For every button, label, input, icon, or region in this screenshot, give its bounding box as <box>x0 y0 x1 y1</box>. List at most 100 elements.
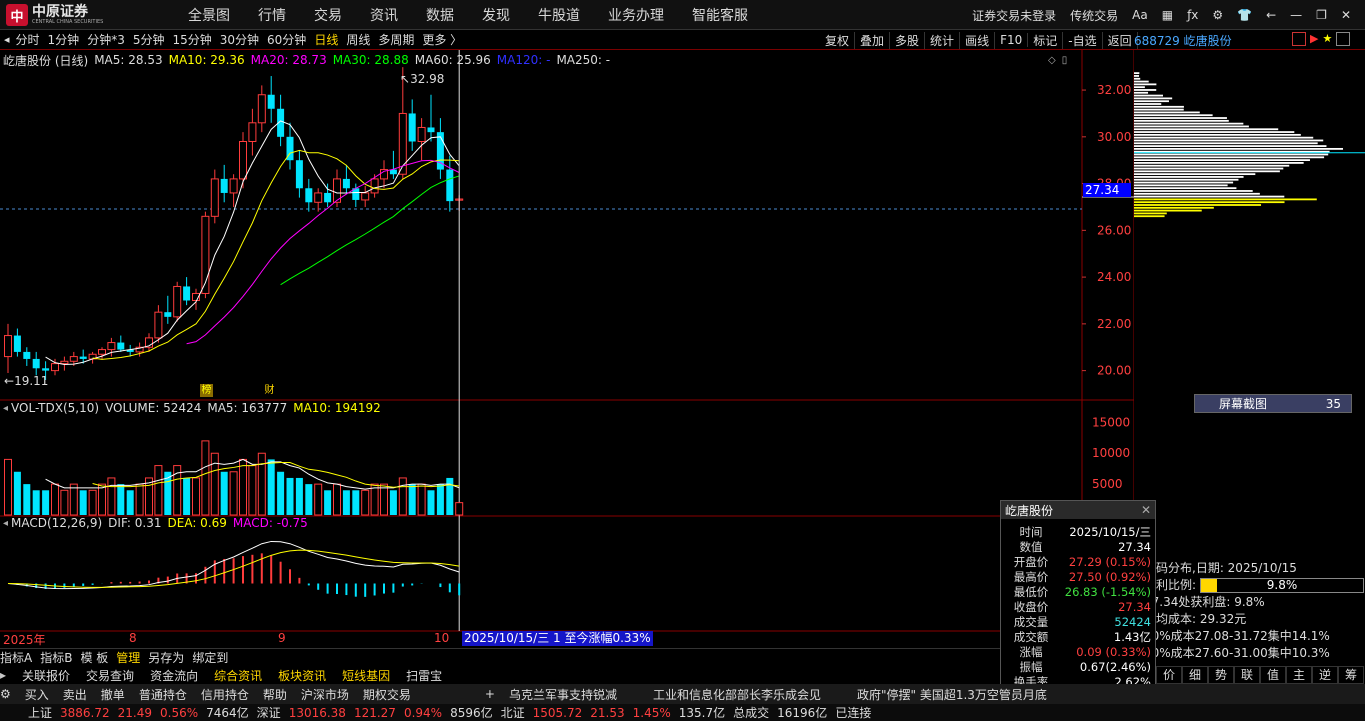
list-icon[interactable]: ▸ <box>0 668 6 682</box>
period-item-7[interactable]: 日线 <box>314 31 338 48</box>
info-tab-item-2[interactable]: 资金流向 <box>150 667 198 684</box>
grid-icon[interactable]: ▦ <box>1162 8 1173 22</box>
tool-button-item-6[interactable]: 标记 <box>1028 32 1063 49</box>
chip-tab-item-4[interactable]: 值 <box>1260 666 1286 684</box>
tool-button-item-5[interactable]: F10 <box>995 33 1028 47</box>
indicator-tab-item-3[interactable]: 管理 <box>116 649 140 666</box>
settings-icon[interactable]: ⚙ <box>0 687 11 701</box>
close-icon[interactable]: ✕ <box>1341 8 1351 22</box>
menu-item-0[interactable]: 全景图 <box>188 5 230 25</box>
time-label-2025: 2025年 <box>3 631 46 648</box>
volume-bar <box>89 490 96 515</box>
kline-chart[interactable]: 32.0030.0028.0026.0024.0022.0020.0015000… <box>0 50 1134 646</box>
shirt-icon[interactable]: 👕 <box>1237 8 1252 22</box>
panel-icon[interactable] <box>1336 32 1350 46</box>
add-icon[interactable]: + <box>485 687 495 701</box>
info-key: 最高价 <box>1005 570 1057 585</box>
price-axis-label: 20.00 <box>1097 364 1131 378</box>
note-icon[interactable] <box>1292 32 1306 46</box>
rank-marker[interactable]: 榜 <box>200 384 213 397</box>
period-item-8[interactable]: 周线 <box>346 31 370 48</box>
trade-tool-item-5[interactable]: 帮助 <box>263 686 287 703</box>
expand-icon[interactable]: ◂ <box>3 403 8 414</box>
menu-item-3[interactable]: 资讯 <box>370 5 398 25</box>
info-tab-item-4[interactable]: 板块资讯 <box>278 667 326 684</box>
menu-item-8[interactable]: 智能客服 <box>692 5 748 25</box>
info-tab-item-0[interactable]: 关联报价 <box>22 667 70 684</box>
trade-tool-item-7[interactable]: 期权交易 <box>363 686 411 703</box>
tool-button-item-3[interactable]: 统计 <box>925 32 960 49</box>
panel-toggle-icon[interactable]: ▯ <box>1062 55 1068 66</box>
news-ticker-item[interactable]: 政府"停摆" 美国超1.3万空管员月底 <box>857 686 1047 703</box>
chip-date-row: 筹码分布,日期: 2025/10/15 <box>1144 560 1365 577</box>
tool-button-item-7[interactable]: -自选 <box>1063 32 1102 49</box>
diamond-icon[interactable]: ◇ <box>1048 55 1056 66</box>
indicator-tab-item-4[interactable]: 另存为 <box>148 649 184 666</box>
chip-tab-item-6[interactable]: 逆 <box>1312 666 1338 684</box>
period-item-3[interactable]: 5分钟 <box>133 31 165 48</box>
period-item-2[interactable]: 分钟*3 <box>87 31 125 48</box>
menu-item-5[interactable]: 发现 <box>482 5 510 25</box>
trade-tool-item-1[interactable]: 卖出 <box>63 686 87 703</box>
screenshot-button[interactable]: 屏幕截图 35 <box>1194 394 1352 413</box>
star-icon[interactable]: ★ <box>1322 32 1332 46</box>
menu-item-2[interactable]: 交易 <box>314 5 342 25</box>
info-title: 屹唐股份 <box>1005 502 1053 519</box>
back-arrow-icon[interactable]: ← <box>1266 8 1276 22</box>
chip-bar <box>1134 126 1249 128</box>
collapse-icon[interactable]: ◂ <box>4 33 10 46</box>
formula-icon[interactable]: ƒx <box>1187 8 1198 22</box>
expand-icon-2[interactable]: ◂ <box>3 518 8 529</box>
chip-tab-item-7[interactable]: 筹 <box>1338 666 1364 684</box>
flag-icon[interactable]: ▶ <box>1310 32 1318 46</box>
tool-button-item-0[interactable]: 复权 <box>820 32 855 49</box>
period-item-9[interactable]: 多周期 <box>378 31 414 48</box>
period-item-1[interactable]: 1分钟 <box>48 31 80 48</box>
tool-button-item-4[interactable]: 画线 <box>960 32 995 49</box>
indicator-tab-item-5[interactable]: 绑定到 <box>192 649 228 666</box>
trade-tool-item-2[interactable]: 撤单 <box>101 686 125 703</box>
tool-button-item-8[interactable]: 返回 <box>1103 32 1138 49</box>
trade-tool-item-3[interactable]: 普通持仓 <box>139 686 187 703</box>
menu-item-4[interactable]: 数据 <box>426 5 454 25</box>
chip-tab-item-5[interactable]: 主 <box>1286 666 1312 684</box>
indicator-tab-item-0[interactable]: 指标A <box>0 649 32 666</box>
chip-bar <box>1134 165 1289 167</box>
period-item-6[interactable]: 60分钟 <box>267 31 306 48</box>
menu-item-7[interactable]: 业务办理 <box>608 5 664 25</box>
period-item-10[interactable]: 更多 〉 <box>422 31 462 48</box>
trade-tool-item-6[interactable]: 沪深市场 <box>301 686 349 703</box>
font-size-button[interactable]: Aa <box>1132 8 1148 22</box>
minimize-icon[interactable]: — <box>1290 8 1302 22</box>
finance-marker[interactable]: 财 <box>263 384 276 397</box>
info-row: 振幅 0.67(2.46%) <box>1001 660 1155 675</box>
restore-icon[interactable]: ❐ <box>1316 8 1327 22</box>
chip-tab-item-0[interactable]: 价 <box>1156 666 1182 684</box>
chip-bar <box>1134 75 1139 77</box>
trade-tool-item-0[interactable]: 买入 <box>25 686 49 703</box>
news-ticker-item[interactable]: 乌克兰军事支持锐减 <box>509 686 617 703</box>
close-icon[interactable]: ✕ <box>1141 503 1151 517</box>
trade-mode[interactable]: 传统交易 <box>1070 7 1118 24</box>
chip-bar <box>1134 103 1161 105</box>
info-tab-item-5[interactable]: 短线基因 <box>342 667 390 684</box>
menu-item-6[interactable]: 牛股道 <box>538 5 580 25</box>
chip-tab-item-2[interactable]: 势 <box>1208 666 1234 684</box>
gear-icon[interactable]: ⚙ <box>1212 8 1223 22</box>
chip-tab-item-1[interactable]: 细 <box>1182 666 1208 684</box>
info-tab-item-6[interactable]: 扫雷宝 <box>406 667 442 684</box>
info-tab-item-3[interactable]: 综合资讯 <box>214 667 262 684</box>
login-status[interactable]: 证券交易未登录 <box>972 7 1056 24</box>
menu-item-1[interactable]: 行情 <box>258 5 286 25</box>
trade-tool-item-4[interactable]: 信用持仓 <box>201 686 249 703</box>
indicator-tab-item-2[interactable]: 模 板 <box>80 649 108 666</box>
tool-button-item-2[interactable]: 多股 <box>890 32 925 49</box>
tool-button-item-1[interactable]: 叠加 <box>855 32 890 49</box>
news-ticker-item[interactable]: 工业和信息化部部长李乐成会见 <box>653 686 821 703</box>
period-item-4[interactable]: 15分钟 <box>172 31 211 48</box>
chip-tab-item-3[interactable]: 联 <box>1234 666 1260 684</box>
period-item-5[interactable]: 30分钟 <box>220 31 259 48</box>
period-item-0[interactable]: 分时 <box>16 31 40 48</box>
info-tab-item-1[interactable]: 交易查询 <box>86 667 134 684</box>
indicator-tab-item-1[interactable]: 指标B <box>40 649 72 666</box>
